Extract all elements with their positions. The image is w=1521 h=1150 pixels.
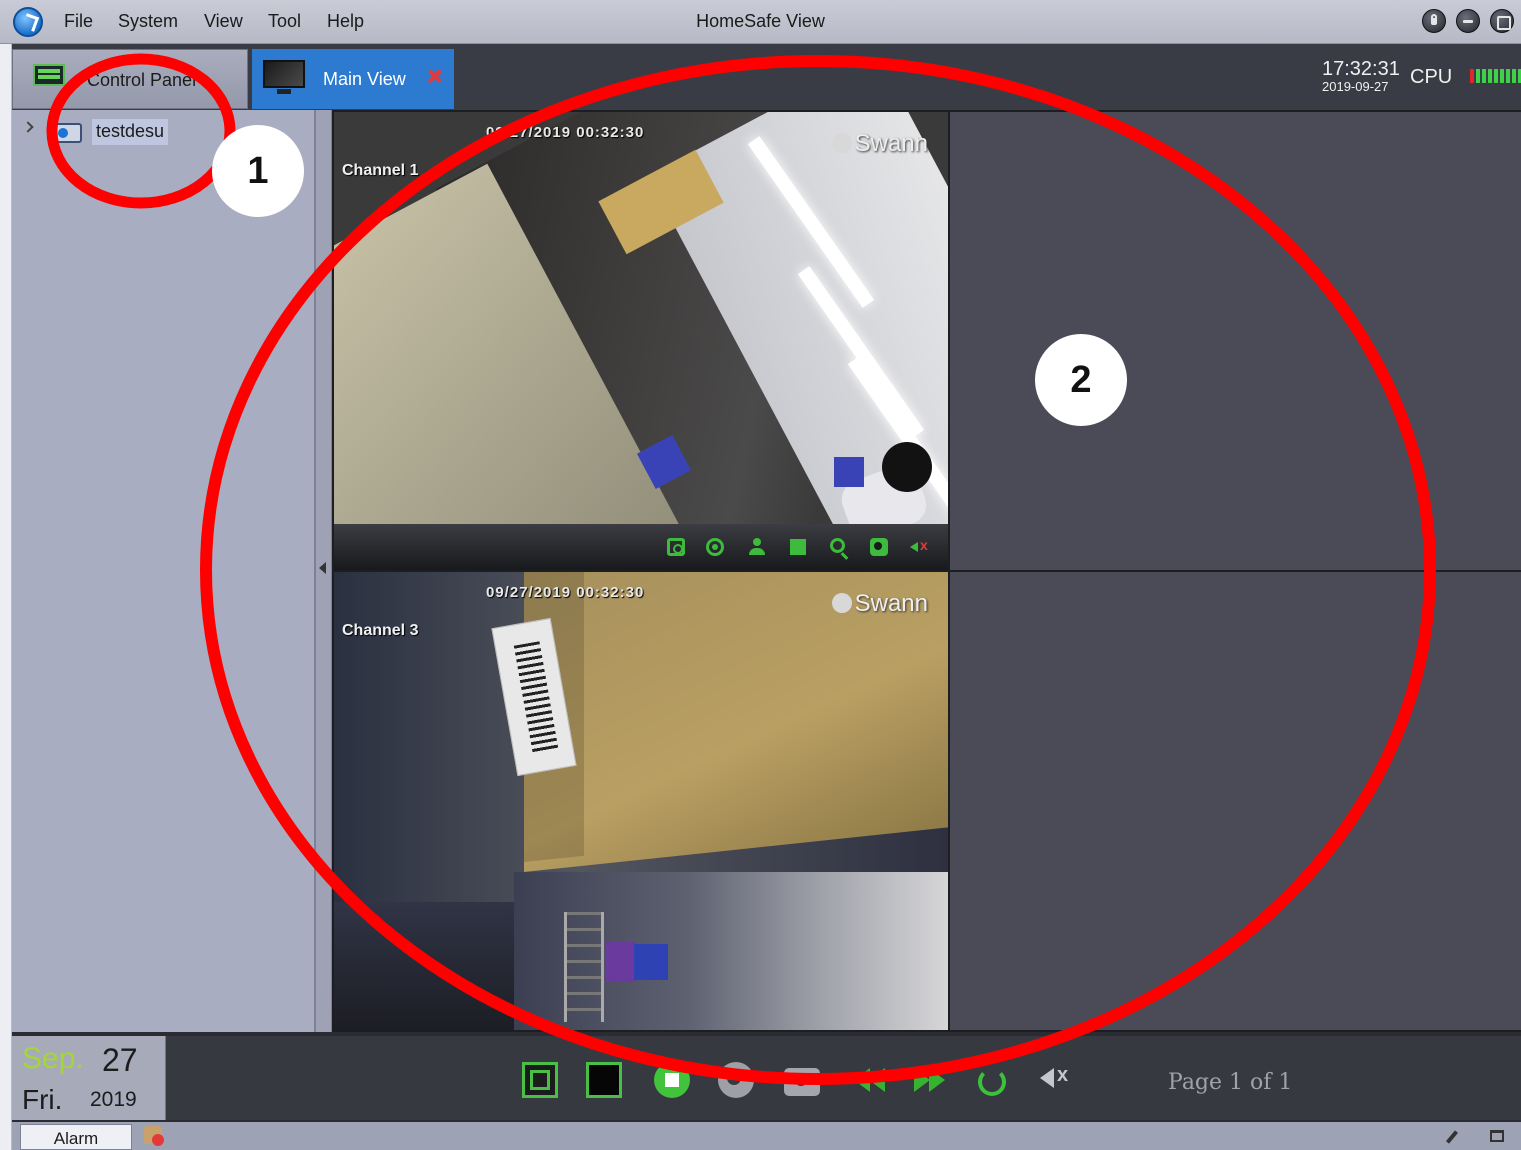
annotation-badge-1: 1 <box>212 125 304 217</box>
alarm-tab[interactable]: Alarm <box>20 1124 132 1150</box>
mute-icon[interactable] <box>910 537 928 556</box>
record-icon[interactable] <box>706 538 724 556</box>
pin-icon[interactable] <box>1445 1130 1459 1144</box>
device-tree-label[interactable]: testdesu <box>92 119 169 145</box>
swann-logo-icon <box>831 133 852 153</box>
window-title: HomeSafe View <box>696 11 825 31</box>
camera-brand-watermark: Swann <box>831 130 928 158</box>
camera-timestamp: 09/27/2019 00:32:30 <box>486 584 645 601</box>
page-indicator: Page 1 of 1 <box>1168 1070 1293 1095</box>
video-grid: 09/27/2019 00:32:30 Swann Channel 1 09/2… <box>332 110 1521 1032</box>
date-year: 2019 <box>90 1088 137 1111</box>
clock-time: 17:32:31 <box>1322 58 1400 80</box>
device-tree-panel: testdesu <box>12 110 315 1032</box>
tab-main-view[interactable]: Main View <box>252 49 454 109</box>
cpu-meter-segment <box>1500 69 1504 83</box>
dvr-device-icon <box>54 123 82 143</box>
date-panel: Sep. 27 Fri. 2019 <box>12 1036 166 1120</box>
minimize-icon[interactable] <box>1456 9 1480 33</box>
cpu-meter-segment <box>1494 69 1498 83</box>
tab-control-panel-label: Control Panel <box>87 70 197 90</box>
status-bar: Alarm <box>12 1122 1521 1150</box>
previous-page-button[interactable] <box>852 1062 888 1098</box>
single-view-button[interactable] <box>586 1062 622 1098</box>
collapse-arrow-icon[interactable] <box>319 562 326 574</box>
video-capture-icon[interactable] <box>870 538 888 556</box>
cpu-meter-segment <box>1482 69 1486 83</box>
cpu-meter-segment <box>1512 69 1516 83</box>
snapshot-all-button[interactable] <box>784 1068 820 1096</box>
restore-icon[interactable] <box>1490 1130 1504 1142</box>
monitor-icon <box>263 60 305 94</box>
next-page-button[interactable] <box>912 1062 948 1098</box>
maximize-icon[interactable] <box>1490 9 1514 33</box>
tab-control-panel[interactable]: Control Panel <box>12 49 248 109</box>
camera-feed-image <box>334 112 948 570</box>
video-cell-channel-3[interactable]: 09/27/2019 00:32:30 Swann Channel 3 <box>334 572 948 1030</box>
camera-channel-label: Channel 3 <box>342 622 419 639</box>
snapshot-icon[interactable] <box>667 538 685 556</box>
tab-bar: Control Panel Main View 17:32:31 2019-09… <box>12 44 1521 110</box>
control-panel-icon <box>33 64 65 86</box>
close-icon[interactable] <box>427 69 441 83</box>
cpu-meter-segment <box>1506 69 1510 83</box>
bottom-control-bar: Sep. 27 Fri. 2019 Page 1 of 1 <box>12 1036 1521 1120</box>
date-weekday: Fri. <box>22 1084 63 1115</box>
video-cell-channel-1[interactable]: 09/27/2019 00:32:30 Swann Channel 1 <box>334 112 948 570</box>
date-day: 27 <box>102 1042 138 1078</box>
video-cell-empty[interactable] <box>950 572 1521 1030</box>
cpu-label: CPU <box>1410 66 1453 88</box>
camera-toolbar <box>334 524 948 570</box>
zoom-icon[interactable] <box>830 538 845 553</box>
date-month: Sep. <box>22 1042 84 1075</box>
camera-brand-watermark: Swann <box>831 590 928 618</box>
record-all-button[interactable] <box>718 1062 754 1098</box>
window-left-edge <box>0 44 12 1150</box>
alarm-clear-icon[interactable] <box>144 1126 164 1146</box>
camera-feed-image <box>334 572 948 1030</box>
camera-channel-label: Channel 1 <box>342 162 419 179</box>
stop-icon[interactable] <box>790 539 806 555</box>
camera-timestamp: 09/27/2019 00:32:30 <box>486 124 645 141</box>
ptz-icon[interactable] <box>748 538 766 556</box>
panel-splitter[interactable] <box>315 110 332 1032</box>
swann-logo-icon <box>831 593 852 613</box>
cpu-meter-segment <box>1488 69 1492 83</box>
fullscreen-button[interactable] <box>522 1062 558 1098</box>
cpu-meter-segment <box>1476 69 1480 83</box>
cpu-meter <box>1470 69 1521 83</box>
clock-date: 2019-09-27 <box>1322 79 1389 94</box>
title-bar: File System View Tool Help HomeSafe View <box>0 0 1521 44</box>
tab-main-view-label: Main View <box>323 69 406 89</box>
lock-icon[interactable] <box>1422 9 1446 33</box>
annotation-badge-2: 2 <box>1035 334 1127 426</box>
refresh-button[interactable] <box>978 1068 1006 1096</box>
chevron-right-icon[interactable] <box>22 121 34 133</box>
video-cell-empty[interactable] <box>950 112 1521 570</box>
device-tree-item[interactable]: testdesu <box>20 116 182 146</box>
volume-mute-button[interactable] <box>1038 1062 1074 1098</box>
cpu-meter-segment <box>1470 69 1474 83</box>
stop-all-button[interactable] <box>654 1062 690 1098</box>
